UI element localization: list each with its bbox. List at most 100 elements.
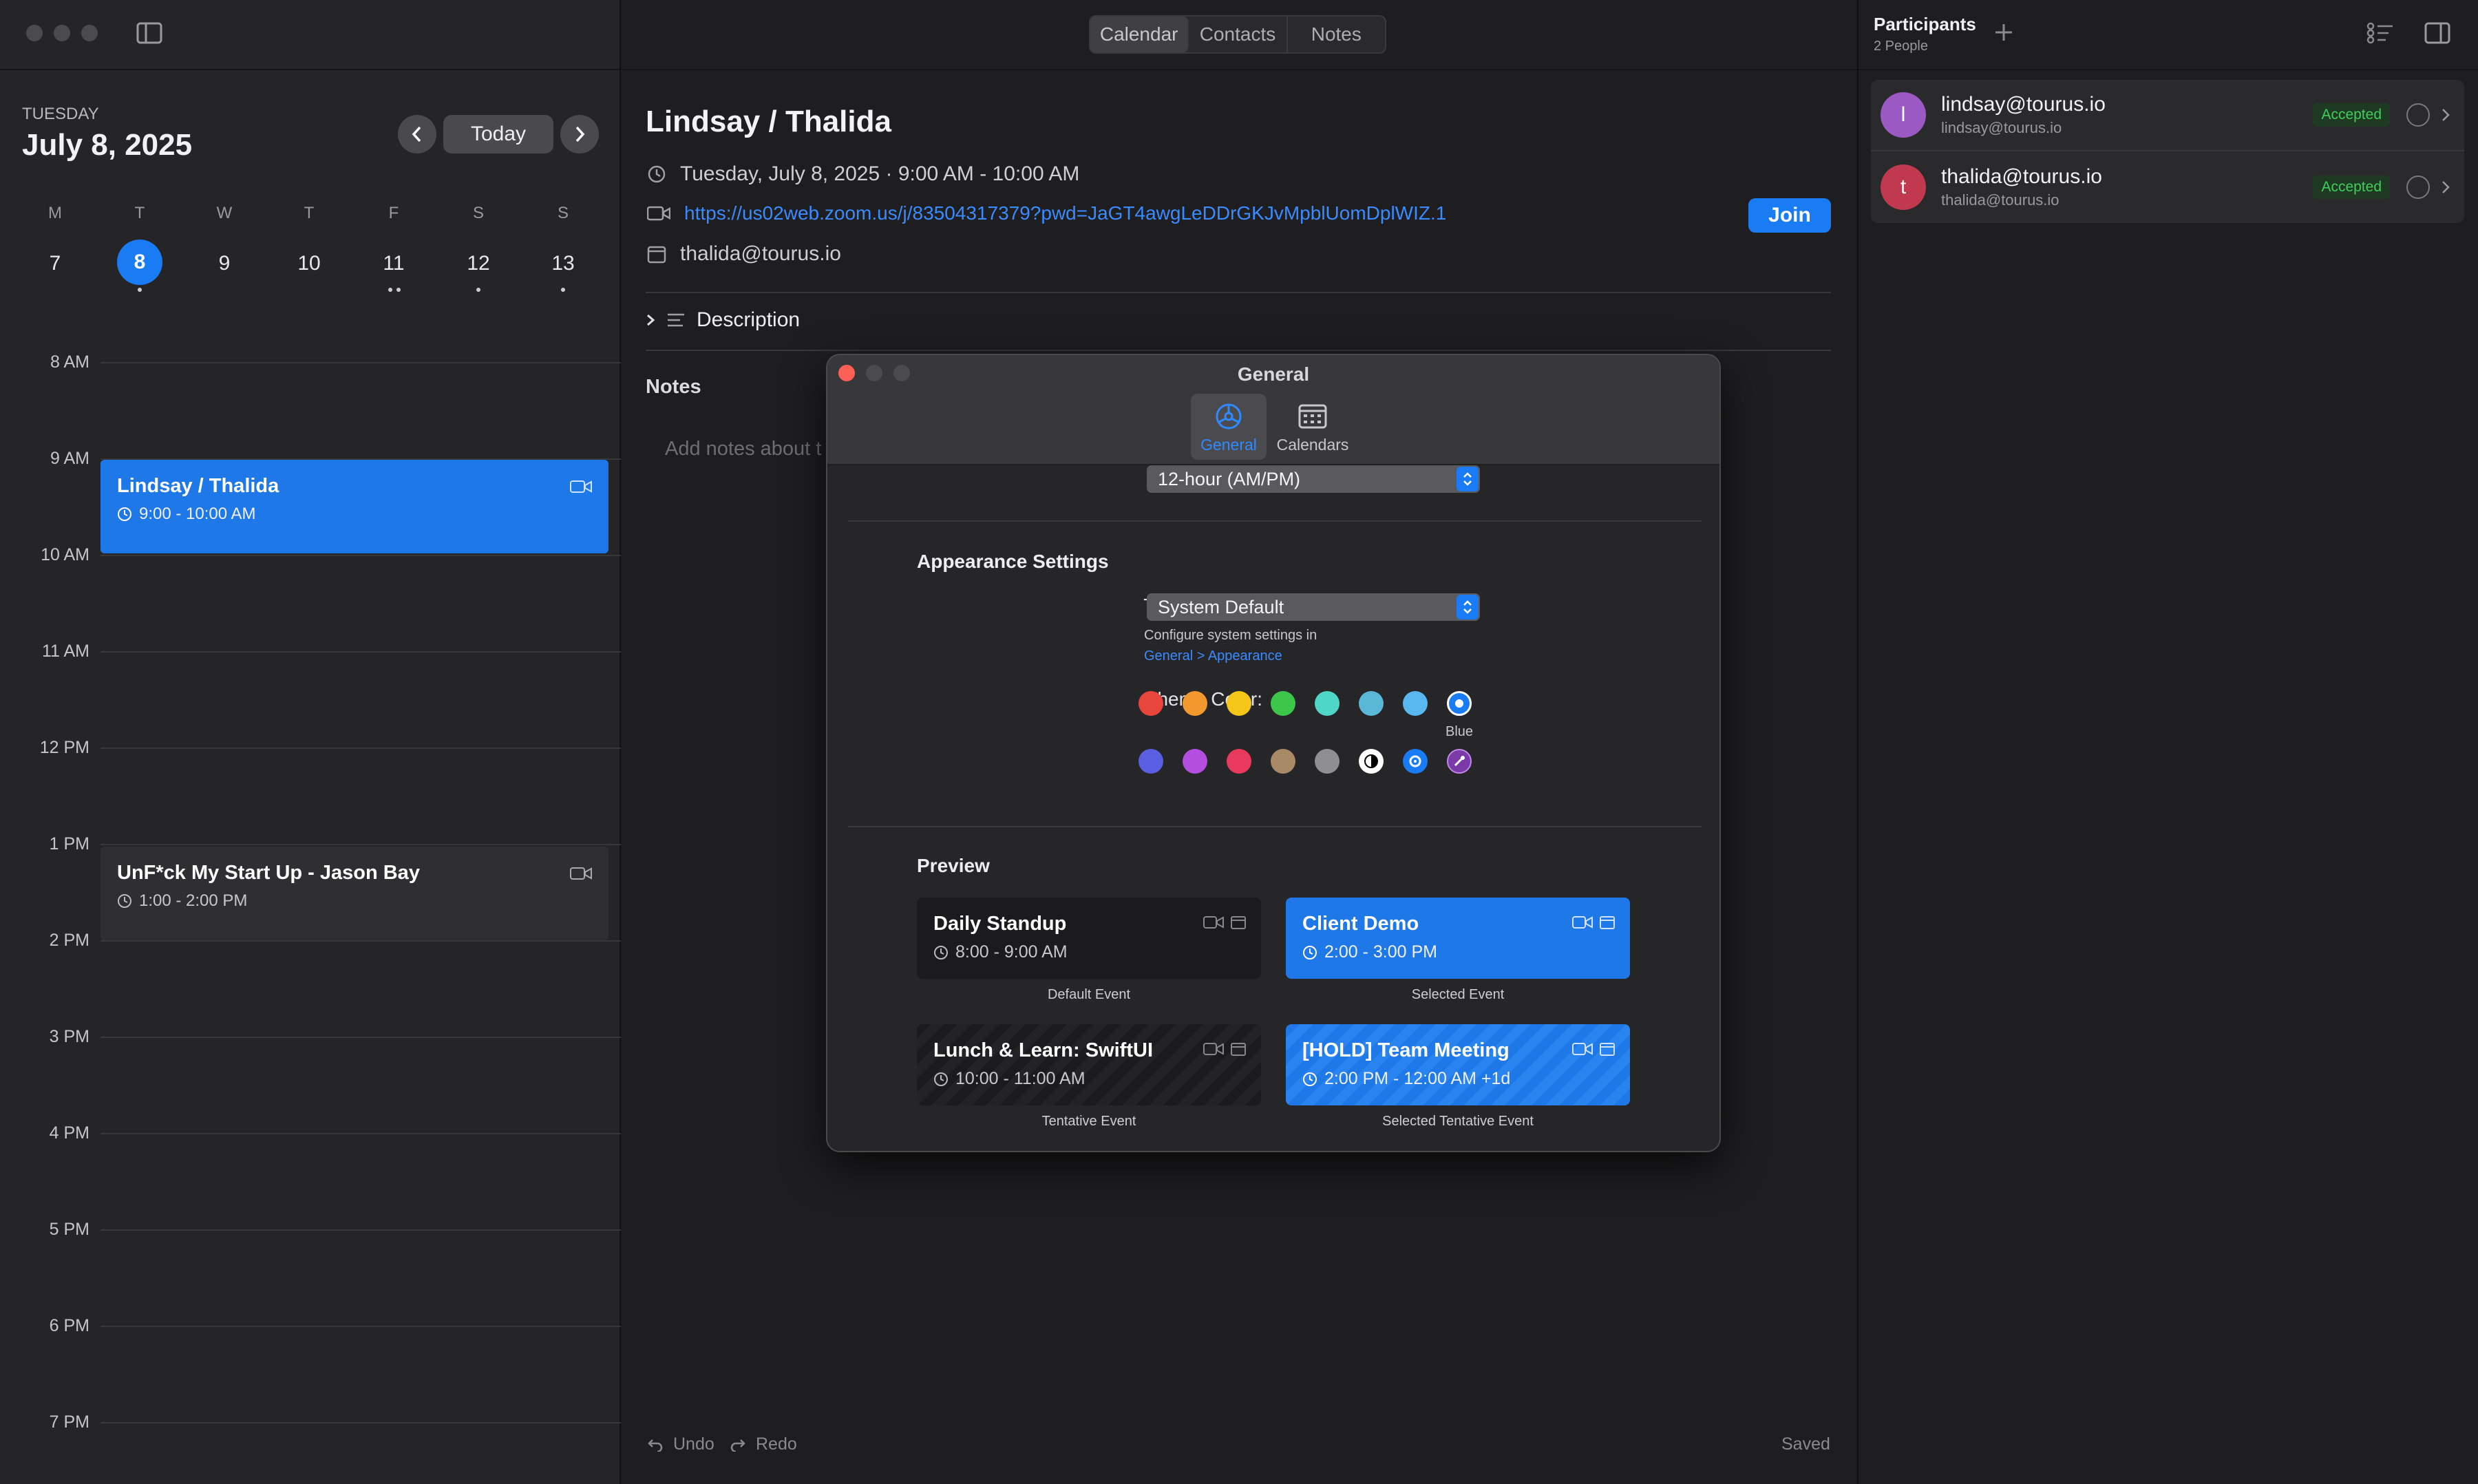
current-date: July 8, 2025: [22, 128, 193, 162]
custom-color-picker-icon[interactable]: [1447, 749, 1472, 774]
theme-mode-select[interactable]: System Default: [1147, 593, 1480, 621]
hour-line: [100, 555, 621, 556]
tab-calendars[interactable]: Calendars: [1275, 394, 1351, 460]
optional-toggle[interactable]: [2406, 103, 2430, 127]
color-swatch-brown[interactable]: [1271, 749, 1295, 774]
add-participant-button[interactable]: [1993, 22, 2014, 46]
tab-general-label: General: [1200, 436, 1257, 454]
view-switcher: Calendar Contacts Notes: [1089, 15, 1386, 54]
event-title-heading[interactable]: Lindsay / Thalida: [646, 105, 891, 139]
tab-contacts[interactable]: Contacts: [1189, 17, 1288, 52]
meeting-url-link[interactable]: https://us02web.zoom.us/j/83504317379?pw…: [684, 202, 1446, 224]
video-camera-icon: [1203, 1043, 1224, 1055]
window-close-button[interactable]: [26, 25, 43, 41]
checklist-toggle-icon[interactable]: [2366, 21, 2394, 49]
time-format-select[interactable]: 12-hour (AM/PM): [1147, 465, 1480, 493]
event-dot: [396, 288, 401, 292]
toolbar-divider: [621, 69, 1857, 70]
participant-name: lindsay@tourus.io: [1941, 93, 2106, 116]
window-minimize-button[interactable]: [54, 25, 70, 41]
undo-button[interactable]: Undo: [647, 1434, 714, 1454]
participant-info: thalida@tourus.io thalida@tourus.io: [1941, 165, 2313, 209]
color-swatch-orange[interactable]: [1183, 691, 1207, 716]
preview-caption: Tentative Event: [1041, 1114, 1136, 1129]
toolbar-divider: [1858, 69, 2478, 70]
chevron-right-icon[interactable]: [2441, 107, 2450, 123]
day-cell-selected[interactable]: 8: [117, 240, 162, 285]
optional-toggle[interactable]: [2406, 176, 2430, 199]
divider: [848, 826, 1702, 827]
dow-label: S: [472, 204, 484, 222]
contrast-swatch-icon[interactable]: [1359, 749, 1384, 774]
day-cell[interactable]: 13: [536, 252, 591, 275]
time-format-value: 12-hour (AM/PM): [1158, 468, 1301, 489]
day-cell[interactable]: 7: [28, 252, 83, 275]
color-swatch-mint[interactable]: [1315, 691, 1339, 716]
color-swatch-yellow[interactable]: [1227, 691, 1251, 716]
inspector-toggle-icon[interactable]: [2424, 22, 2450, 47]
preview-default-event: Daily Standup 8:00 - 9:00 AM: [917, 898, 1261, 979]
color-swatch-purple[interactable]: [1183, 749, 1207, 774]
selected-indicator: [1455, 699, 1463, 708]
color-swatch-gray[interactable]: [1315, 749, 1339, 774]
calendar-icon: [1231, 1043, 1246, 1056]
color-swatch-pink[interactable]: [1227, 749, 1251, 774]
appearance-settings-link[interactable]: General > Appearance: [1144, 648, 1282, 664]
gear-icon: [1216, 403, 1242, 430]
color-swatch-cyan[interactable]: [1403, 691, 1428, 716]
event-calendar: thalida@tourus.io: [680, 242, 841, 265]
toolbar-divider: [0, 69, 620, 70]
tab-general[interactable]: General: [1191, 394, 1267, 460]
day-cell[interactable]: 12: [451, 252, 506, 275]
calendar-event[interactable]: UnF*ck My Start Up - Jason Bay 1:00 - 2:…: [100, 847, 608, 940]
participant-row[interactable]: l lindsay@tourus.io lindsay@tourus.io Ac…: [1871, 80, 2464, 151]
notes-input[interactable]: Add notes about t: [665, 438, 821, 460]
next-week-button[interactable]: [560, 115, 599, 153]
preview-time: 10:00 - 11:00 AM: [955, 1069, 1086, 1088]
hour-line: [100, 1037, 621, 1038]
color-swatch-teal[interactable]: [1359, 691, 1384, 716]
day-cell[interactable]: 9: [197, 252, 252, 275]
window-zoom-button[interactable]: [81, 25, 98, 41]
calendar-event-selected[interactable]: Lindsay / Thalida 9:00 - 10:00 AM: [100, 460, 608, 553]
day-cell[interactable]: 11: [366, 252, 421, 275]
tab-calendar[interactable]: Calendar: [1090, 17, 1189, 52]
join-button[interactable]: Join: [1748, 198, 1831, 233]
settings-window: General General Calendars Time Format: 1…: [826, 354, 1721, 1152]
hour-label: 11 AM: [41, 642, 89, 661]
accent-gear-swatch-icon[interactable]: [1403, 749, 1428, 774]
tab-notes[interactable]: Notes: [1288, 17, 1385, 52]
hour-line: [100, 1422, 621, 1423]
preview-time-row: 8:00 - 9:00 AM: [933, 942, 1245, 962]
status-badge: Accepted: [2313, 176, 2390, 199]
description-disclosure[interactable]: Description: [646, 308, 800, 332]
event-datetime: Tuesday, July 8, 2025 · 9:00 AM - 10:00 …: [680, 162, 1080, 185]
event-datetime-row: Tuesday, July 8, 2025 · 9:00 AM - 10:00 …: [647, 162, 1079, 186]
undo-icon: [648, 1439, 663, 1452]
video-camera-icon: [1203, 916, 1224, 929]
color-swatch-red[interactable]: [1139, 691, 1163, 716]
preview-time-row: 2:00 - 3:00 PM: [1302, 942, 1613, 962]
preview-icons: [1572, 915, 1615, 929]
hour-label: 7 PM: [49, 1412, 89, 1432]
participant-info: lindsay@tourus.io lindsay@tourus.io: [1941, 93, 2313, 137]
preview-tentative-event: Lunch & Learn: SwiftUI 10:00 - 11:00 AM: [917, 1024, 1261, 1105]
today-button[interactable]: Today: [443, 115, 553, 153]
day-cell[interactable]: 10: [282, 252, 337, 275]
chevron-right-icon[interactable]: [2441, 180, 2450, 195]
sidebar-toggle-icon[interactable]: [136, 22, 162, 47]
redo-button[interactable]: Redo: [730, 1434, 797, 1454]
hour-line: [100, 651, 621, 653]
meeting-url-row: https://us02web.zoom.us/j/83504317379?pw…: [647, 202, 1446, 224]
tab-calendars-label: Calendars: [1276, 436, 1349, 454]
participant-row[interactable]: t thalida@tourus.io thalida@tourus.io Ac…: [1871, 151, 2464, 223]
color-swatch-blue-selected[interactable]: [1447, 691, 1472, 716]
event-time: 1:00 - 2:00 PM: [139, 891, 248, 910]
preview-selected-tentative-event: [HOLD] Team Meeting 2:00 PM - 12:00 AM +…: [1286, 1024, 1630, 1105]
description-label: Description: [697, 308, 801, 331]
previous-week-button[interactable]: [398, 115, 436, 153]
color-swatch-green[interactable]: [1271, 691, 1295, 716]
clock-icon: [1303, 1072, 1317, 1086]
color-swatch-indigo[interactable]: [1139, 749, 1163, 774]
hour-label: 5 PM: [49, 1220, 89, 1239]
